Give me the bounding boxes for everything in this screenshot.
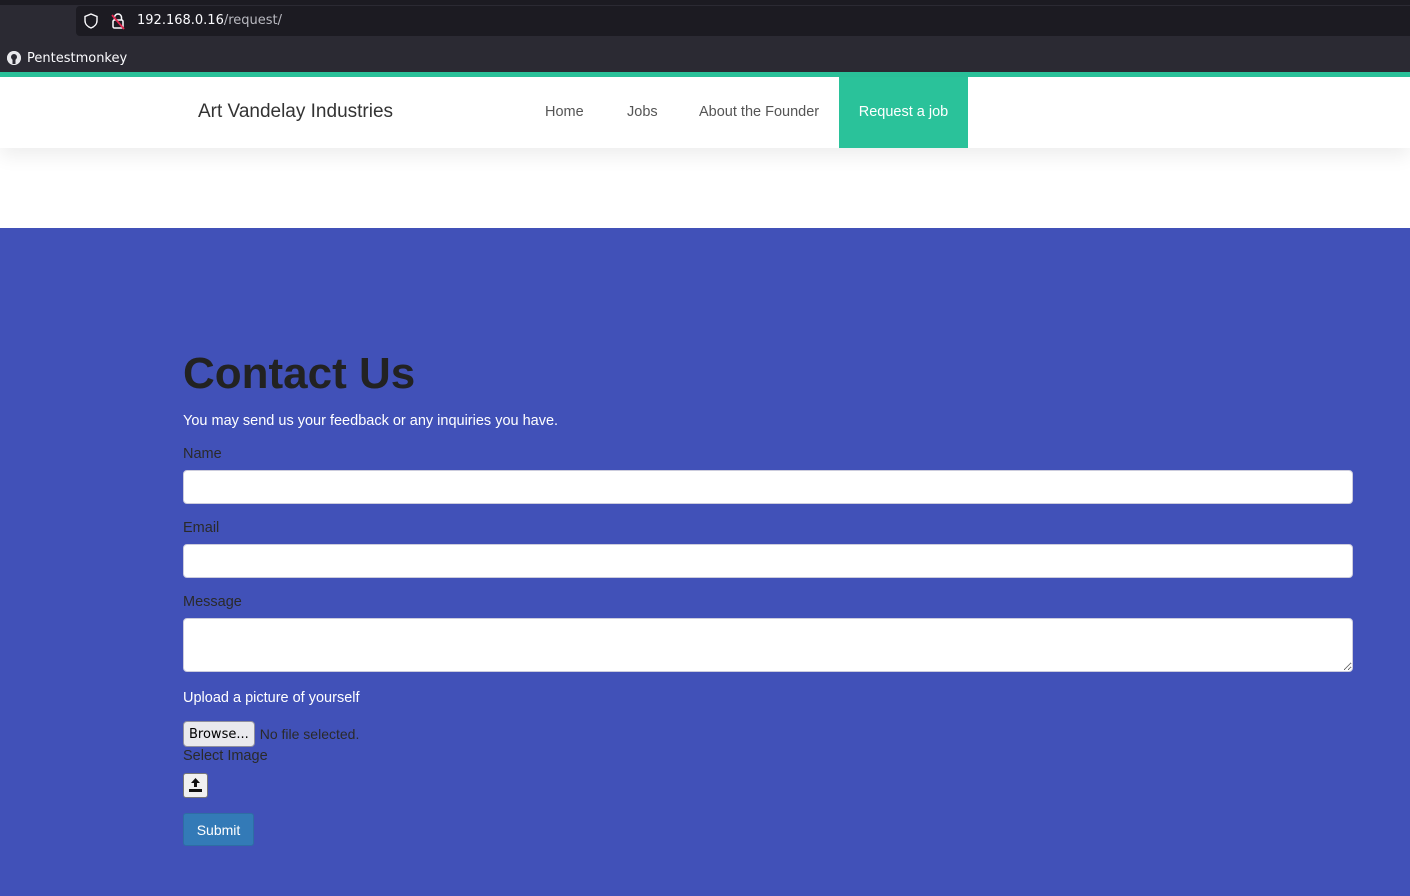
name-input[interactable] [183, 470, 1353, 504]
file-picker: Browse... No file selected. [183, 721, 359, 747]
address-bar[interactable]: 192.168.0.16/request/ [76, 6, 1410, 36]
bookmark-label: Pentestmonkey [27, 50, 128, 66]
nav-request-job[interactable]: Request a job [839, 77, 968, 148]
email-label: Email [183, 520, 220, 536]
bookmarks-bar: Pentestmonkey [0, 44, 1410, 72]
nav-jobs[interactable]: Jobs [627, 77, 658, 148]
message-label: Message [183, 594, 242, 610]
nav-home[interactable]: Home [545, 77, 584, 148]
url-host: 192.168.0.16 [137, 13, 224, 28]
upload-button[interactable] [183, 773, 208, 798]
tab-strip [0, 0, 1410, 5]
select-image-label: Select Image [183, 748, 268, 764]
upload-icon [184, 778, 207, 800]
github-icon [7, 51, 21, 65]
page-title: Contact Us [183, 349, 416, 398]
upload-label: Upload a picture of yourself [183, 690, 360, 706]
site-brand[interactable]: Art Vandelay Industries [198, 101, 393, 123]
message-textarea[interactable] [183, 618, 1353, 672]
shield-icon[interactable] [84, 13, 98, 29]
bookmark-pentestmonkey[interactable]: Pentestmonkey [7, 49, 127, 67]
name-label: Name [183, 446, 222, 462]
site-navbar: Art Vandelay Industries Home Jobs About … [0, 77, 1410, 148]
url-text: 192.168.0.16/request/ [137, 13, 282, 28]
nav-about-founder[interactable]: About the Founder [699, 77, 819, 148]
contact-lead: You may send us your feedback or any inq… [183, 413, 559, 429]
url-path: /request/ [223, 13, 283, 28]
submit-button[interactable]: Submit [183, 813, 254, 846]
browse-button[interactable]: Browse... [183, 721, 255, 747]
no-file-text: No file selected. [259, 726, 360, 742]
insecure-lock-icon[interactable] [110, 12, 126, 30]
browser-toolbar: 192.168.0.16/request/ Pentestmonkey [0, 0, 1410, 72]
email-input[interactable] [183, 544, 1353, 578]
contact-section: Contact Us You may send us your feedback… [0, 228, 1410, 896]
